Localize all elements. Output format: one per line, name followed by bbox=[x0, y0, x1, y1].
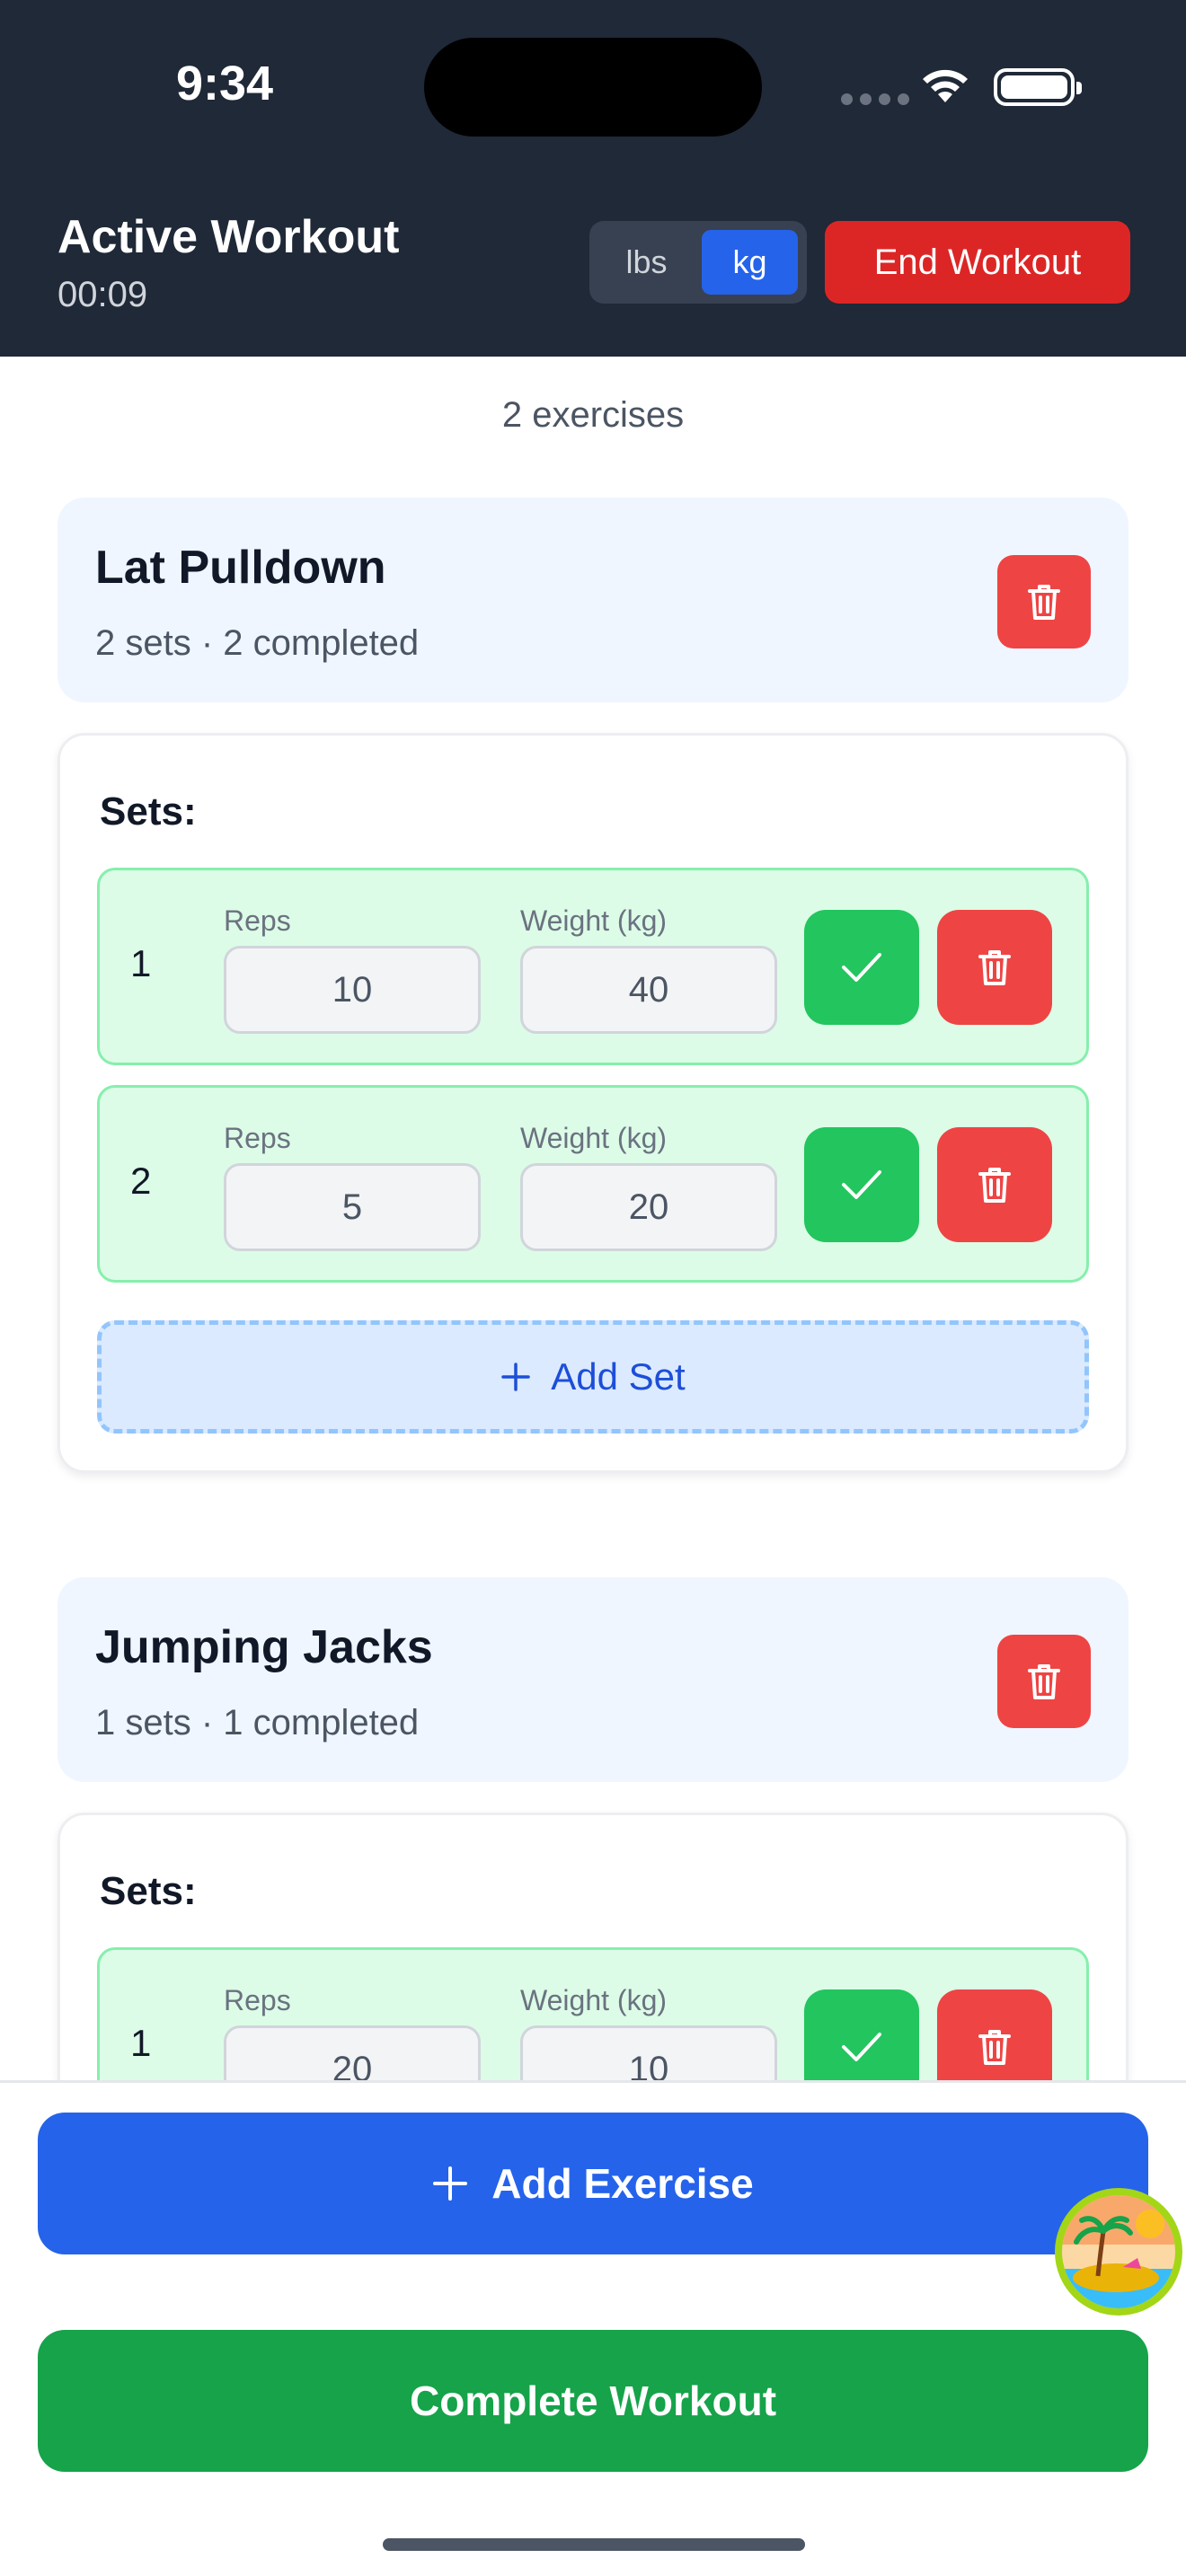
delete-set-button[interactable] bbox=[937, 910, 1052, 1025]
elapsed-timer: 00:09 bbox=[58, 275, 148, 314]
reps-input[interactable]: 5 bbox=[224, 1163, 481, 1251]
unit-kg-button[interactable]: kg bbox=[702, 230, 798, 295]
plus-icon bbox=[501, 1363, 531, 1391]
page-title: Active Workout bbox=[58, 211, 400, 263]
exercise-summary: 1 sets · 1 completed bbox=[95, 1703, 420, 1742]
set-number: 1 bbox=[130, 2022, 152, 2064]
unit-lbs-button[interactable]: lbs bbox=[598, 230, 695, 295]
delete-exercise-button[interactable] bbox=[997, 1635, 1091, 1728]
avatar-beach-icon[interactable] bbox=[1055, 2188, 1182, 2316]
app-header: 9:34 Active Workout 00:09 lbs kg End Wor… bbox=[0, 0, 1186, 357]
status-time: 9:34 bbox=[175, 57, 274, 110]
exercise-name: Jumping Jacks bbox=[95, 1621, 433, 1673]
end-workout-button[interactable]: End Workout bbox=[825, 221, 1130, 304]
trash-icon bbox=[978, 2030, 1011, 2065]
check-icon bbox=[842, 953, 881, 982]
reps-label: Reps bbox=[224, 1984, 291, 2016]
add-set-button[interactable]: Add Set bbox=[97, 1320, 1089, 1434]
set-row: 2 Reps 5 Weight (kg) 20 bbox=[97, 1085, 1089, 1283]
set-number: 2 bbox=[130, 1160, 152, 1202]
wifi-icon bbox=[923, 69, 968, 102]
add-set-label: Add Set bbox=[551, 1355, 686, 1398]
trash-icon bbox=[978, 950, 1011, 985]
exercise-card-header: Lat Pulldown 2 sets · 2 completed bbox=[58, 498, 1128, 702]
home-indicator[interactable] bbox=[383, 2538, 805, 2551]
weight-input[interactable]: 20 bbox=[520, 1163, 777, 1251]
cellular-signal-icon bbox=[841, 93, 909, 105]
dynamic-island bbox=[424, 38, 762, 137]
complete-set-button[interactable] bbox=[804, 910, 919, 1025]
exercise-summary: 2 sets · 2 completed bbox=[95, 623, 420, 663]
unit-toggle: lbs kg bbox=[589, 221, 807, 304]
check-icon bbox=[842, 1170, 881, 1199]
reps-label: Reps bbox=[224, 904, 291, 937]
sets-label: Sets: bbox=[100, 790, 197, 834]
set-number: 1 bbox=[130, 942, 152, 984]
sets-label: Sets: bbox=[100, 1869, 197, 1913]
trash-icon bbox=[1028, 1664, 1060, 1699]
delete-set-button[interactable] bbox=[937, 1127, 1052, 1242]
trash-icon bbox=[978, 1168, 1011, 1203]
delete-exercise-button[interactable] bbox=[997, 555, 1091, 648]
complete-set-button[interactable] bbox=[804, 1127, 919, 1242]
plus-icon bbox=[433, 2166, 468, 2201]
reps-label: Reps bbox=[224, 1122, 291, 1154]
weight-label: Weight (kg) bbox=[520, 904, 668, 937]
add-exercise-label: Add Exercise bbox=[491, 2160, 754, 2207]
battery-icon bbox=[994, 68, 1082, 106]
exercise-count: 2 exercises bbox=[501, 395, 685, 435]
weight-label: Weight (kg) bbox=[520, 1122, 668, 1154]
exercise-card-header: Jumping Jacks 1 sets · 1 completed bbox=[58, 1577, 1128, 1782]
check-icon bbox=[842, 2033, 881, 2061]
weight-input[interactable]: 40 bbox=[520, 946, 777, 1034]
set-row: 1 Reps 10 Weight (kg) 40 bbox=[97, 868, 1089, 1065]
trash-icon bbox=[1028, 585, 1060, 620]
add-exercise-button[interactable]: Add Exercise bbox=[38, 2113, 1148, 2254]
weight-label: Weight (kg) bbox=[520, 1984, 668, 2016]
reps-input[interactable]: 10 bbox=[224, 946, 481, 1034]
complete-workout-button[interactable]: Complete Workout bbox=[38, 2330, 1148, 2472]
exercise-name: Lat Pulldown bbox=[95, 542, 386, 594]
